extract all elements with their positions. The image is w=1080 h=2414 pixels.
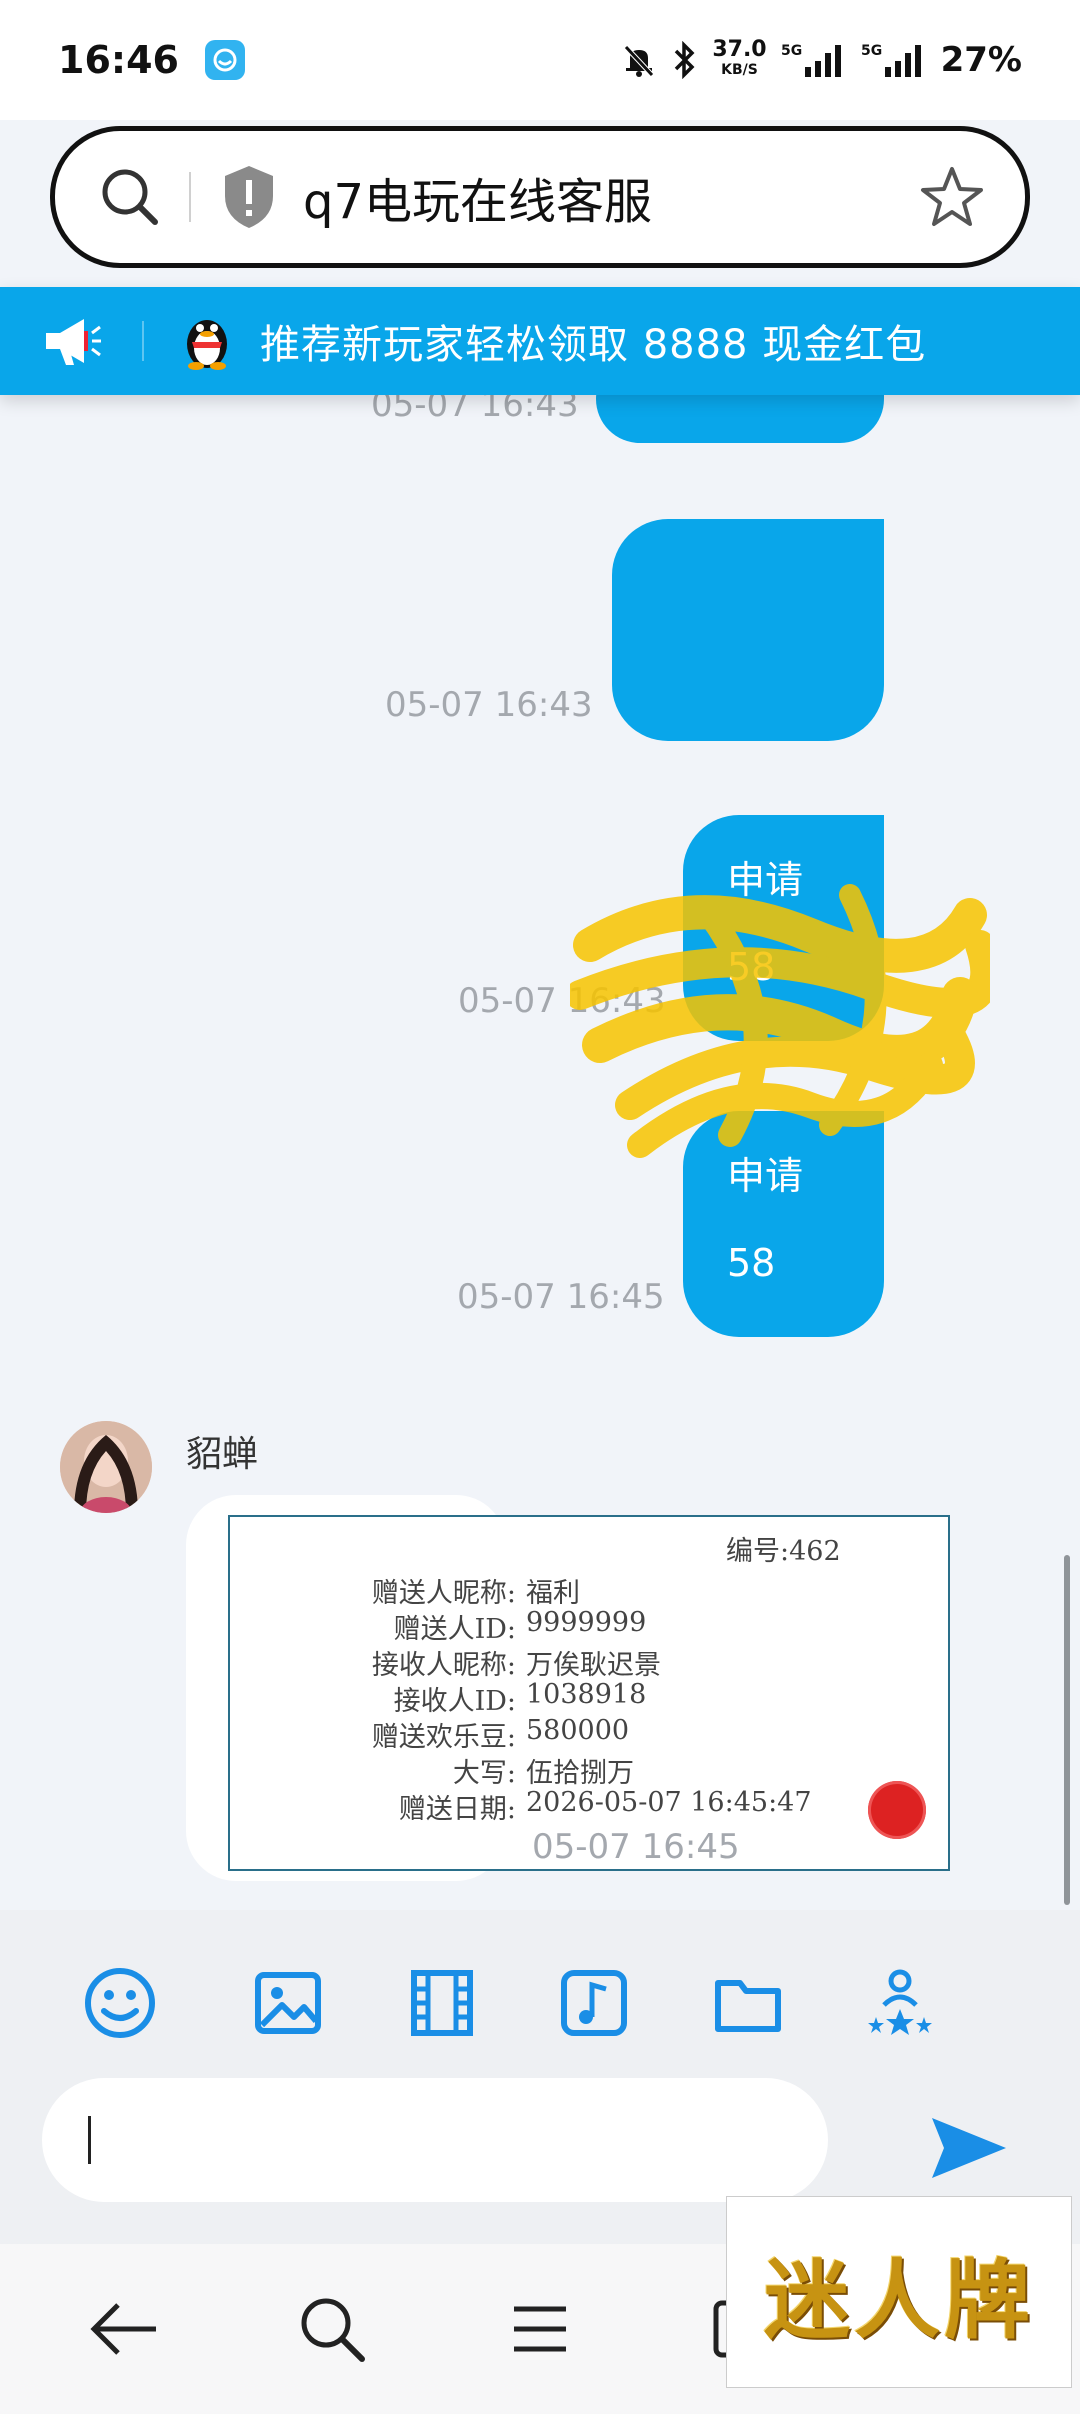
composer-toolbar [0, 1910, 1080, 2244]
certificate-label: 接收人昵称: [371, 1650, 516, 1681]
message-time: 05-07 16:45 [457, 1277, 665, 1317]
certificate-label: 接收人ID: [393, 1686, 516, 1717]
message-time: 05-07 16:43 [385, 685, 593, 725]
app-notification-icon [204, 40, 245, 80]
chat-area[interactable]: 05-07 16:43 05-07 16:43 申请 58 05-07 16:4… [0, 395, 1080, 1910]
url-text[interactable]: q7电玩在线客服 [303, 162, 919, 232]
certificate-value: 伍拾捌万 [526, 1758, 634, 1789]
certificate-label: 大写: [452, 1758, 516, 1789]
signal-1-icon: 5G [781, 41, 847, 79]
net-speed: 37.0 KB/S [712, 37, 767, 80]
certificate-value: 福利 [526, 1578, 580, 1609]
image-icon[interactable] [250, 1965, 326, 2041]
message-bubble[interactable] [596, 395, 884, 443]
message-line-2: 58 [727, 1241, 776, 1285]
avatar[interactable] [60, 1421, 152, 1513]
certificate-value: 万俟耿迟景 [526, 1650, 661, 1681]
search-icon[interactable] [95, 162, 165, 232]
url-bar[interactable]: q7电玩在线客服 [50, 126, 1030, 268]
menu-icon[interactable] [500, 2289, 580, 2369]
video-icon[interactable] [404, 1965, 480, 2041]
message-time: 05-07 16:43 [371, 395, 579, 425]
folder-icon[interactable] [710, 1965, 786, 2041]
mute-icon [620, 41, 658, 79]
certificate-label: 赠送人ID: [393, 1614, 516, 1645]
megaphone-icon [46, 319, 101, 365]
send-icon[interactable] [926, 2106, 1010, 2190]
battery-level: 27% [940, 40, 1022, 80]
signal-2-icon: 5G [861, 41, 927, 79]
url-divider [189, 172, 191, 222]
gift-certificate-image[interactable]: 编号:462 赠送人昵称: 福利 赠送人ID: 9999999 接收人昵称: 万… [228, 1515, 950, 1871]
certificate-value: 1038918 [526, 1679, 647, 1710]
emoji-icon[interactable] [82, 1965, 158, 2041]
status-time: 16:46 [58, 38, 179, 82]
certificate-label: 赠送日期: [398, 1794, 516, 1825]
rating-icon[interactable] [862, 1965, 938, 2041]
penguin-icon [187, 320, 227, 370]
message-time: 05-07 16:45 [532, 1827, 740, 1867]
seal-stamp-icon [868, 1781, 926, 1839]
network-2-label: 5G [861, 43, 882, 59]
status-bar: 16:46 37.0 KB/S 5G 5G 27% [0, 0, 1080, 120]
back-arrow-icon[interactable] [84, 2289, 164, 2369]
search-icon[interactable] [292, 2289, 372, 2369]
net-speed-unit: KB/S [721, 62, 758, 78]
network-1-label: 5G [781, 43, 802, 59]
chat-scrollbar[interactable] [1064, 1555, 1070, 1905]
certificate-number-label: 编号: [726, 1536, 790, 1567]
certificate-number: 编号:462 [726, 1529, 841, 1568]
watermark-logo: 迷人牌 [726, 2196, 1072, 2388]
star-icon[interactable] [919, 164, 985, 230]
shield-warning-icon[interactable] [221, 164, 277, 230]
text-cursor [88, 2116, 91, 2164]
certificate-number-value: 462 [789, 1536, 841, 1567]
redaction-scribble [570, 884, 990, 1158]
certificate-label: 赠送人昵称: [371, 1578, 516, 1609]
bluetooth-icon [672, 41, 698, 79]
message-input[interactable] [42, 2078, 828, 2202]
music-icon[interactable] [556, 1965, 632, 2041]
sender-name: 貂蝉 [186, 1434, 259, 1475]
net-speed-value: 37.0 [712, 37, 767, 62]
certificate-value: 2026-05-07 16:45:47 [526, 1787, 812, 1818]
announcement-divider [142, 321, 144, 361]
announcement-bar[interactable]: 推荐新玩家轻松领取 8888 现金红包 [0, 287, 1080, 395]
certificate-value: 9999999 [526, 1607, 647, 1638]
certificate-label: 赠送欢乐豆: [371, 1722, 516, 1753]
message-bubble[interactable] [612, 519, 884, 741]
announcement-text: 推荐新玩家轻松领取 8888 现金红包 [260, 322, 927, 368]
certificate-value: 580000 [526, 1715, 630, 1746]
